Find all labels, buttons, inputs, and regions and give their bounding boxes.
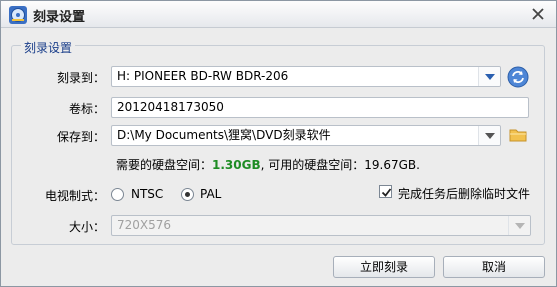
dialog-title: 刻录设置 (33, 10, 86, 25)
burn-to-label: 刻录到： (56, 71, 105, 85)
title-bar: 刻录设置 (1, 1, 556, 28)
cancel-button[interactable]: 取消 (443, 256, 545, 278)
ntsc-label: NTSC (131, 187, 164, 201)
required-space-value: 1.30GB (212, 158, 261, 172)
folder-icon[interactable] (507, 124, 529, 146)
save-to-label: 保存到： (56, 130, 105, 144)
volume-input[interactable]: 20120418173050 (111, 97, 529, 118)
save-to-value: D:\My Documents\狸窝\DVD刻录软件 (117, 128, 331, 142)
required-space-label: 需要的硬盘空间： (116, 158, 213, 172)
delete-temp-label: 完成任务后删除临时文件 (398, 187, 531, 201)
group-legend: 刻录设置 (21, 39, 76, 56)
chevron-down-icon[interactable] (478, 126, 500, 145)
size-label: 大小： (68, 220, 105, 234)
chevron-down-icon[interactable] (508, 216, 530, 235)
burn-now-button[interactable]: 立即刻录 (333, 256, 435, 278)
disc-burn-icon (9, 6, 27, 24)
disk-space-info: 需要的硬盘空间：1.30GB, 可用的硬盘空间：19.67GB. (116, 156, 420, 173)
size-select[interactable]: 720X576 (111, 215, 531, 236)
refresh-icon[interactable] (507, 66, 529, 88)
pal-label: PAL (200, 187, 222, 201)
burn-settings-dialog: 刻录设置 刻录设置 刻录到： H: PIONEER BD-RW BDR-206 … (0, 0, 557, 287)
tv-system-label: 电视制式： (44, 189, 105, 203)
pal-radio[interactable] (181, 188, 194, 201)
size-value: 720X576 (117, 218, 172, 232)
delete-temp-checkbox[interactable] (379, 185, 392, 198)
ntsc-radio[interactable] (111, 188, 124, 201)
volume-label: 卷标： (68, 102, 105, 116)
close-icon[interactable] (530, 6, 546, 22)
available-space-text: , 可用的硬盘空间：19.67GB. (260, 158, 420, 172)
save-to-select[interactable]: D:\My Documents\狸窝\DVD刻录软件 (111, 125, 501, 146)
chevron-down-icon[interactable] (478, 67, 500, 86)
burn-to-value: H: PIONEER BD-RW BDR-206 (117, 69, 289, 83)
burn-to-select[interactable]: H: PIONEER BD-RW BDR-206 (111, 66, 501, 87)
